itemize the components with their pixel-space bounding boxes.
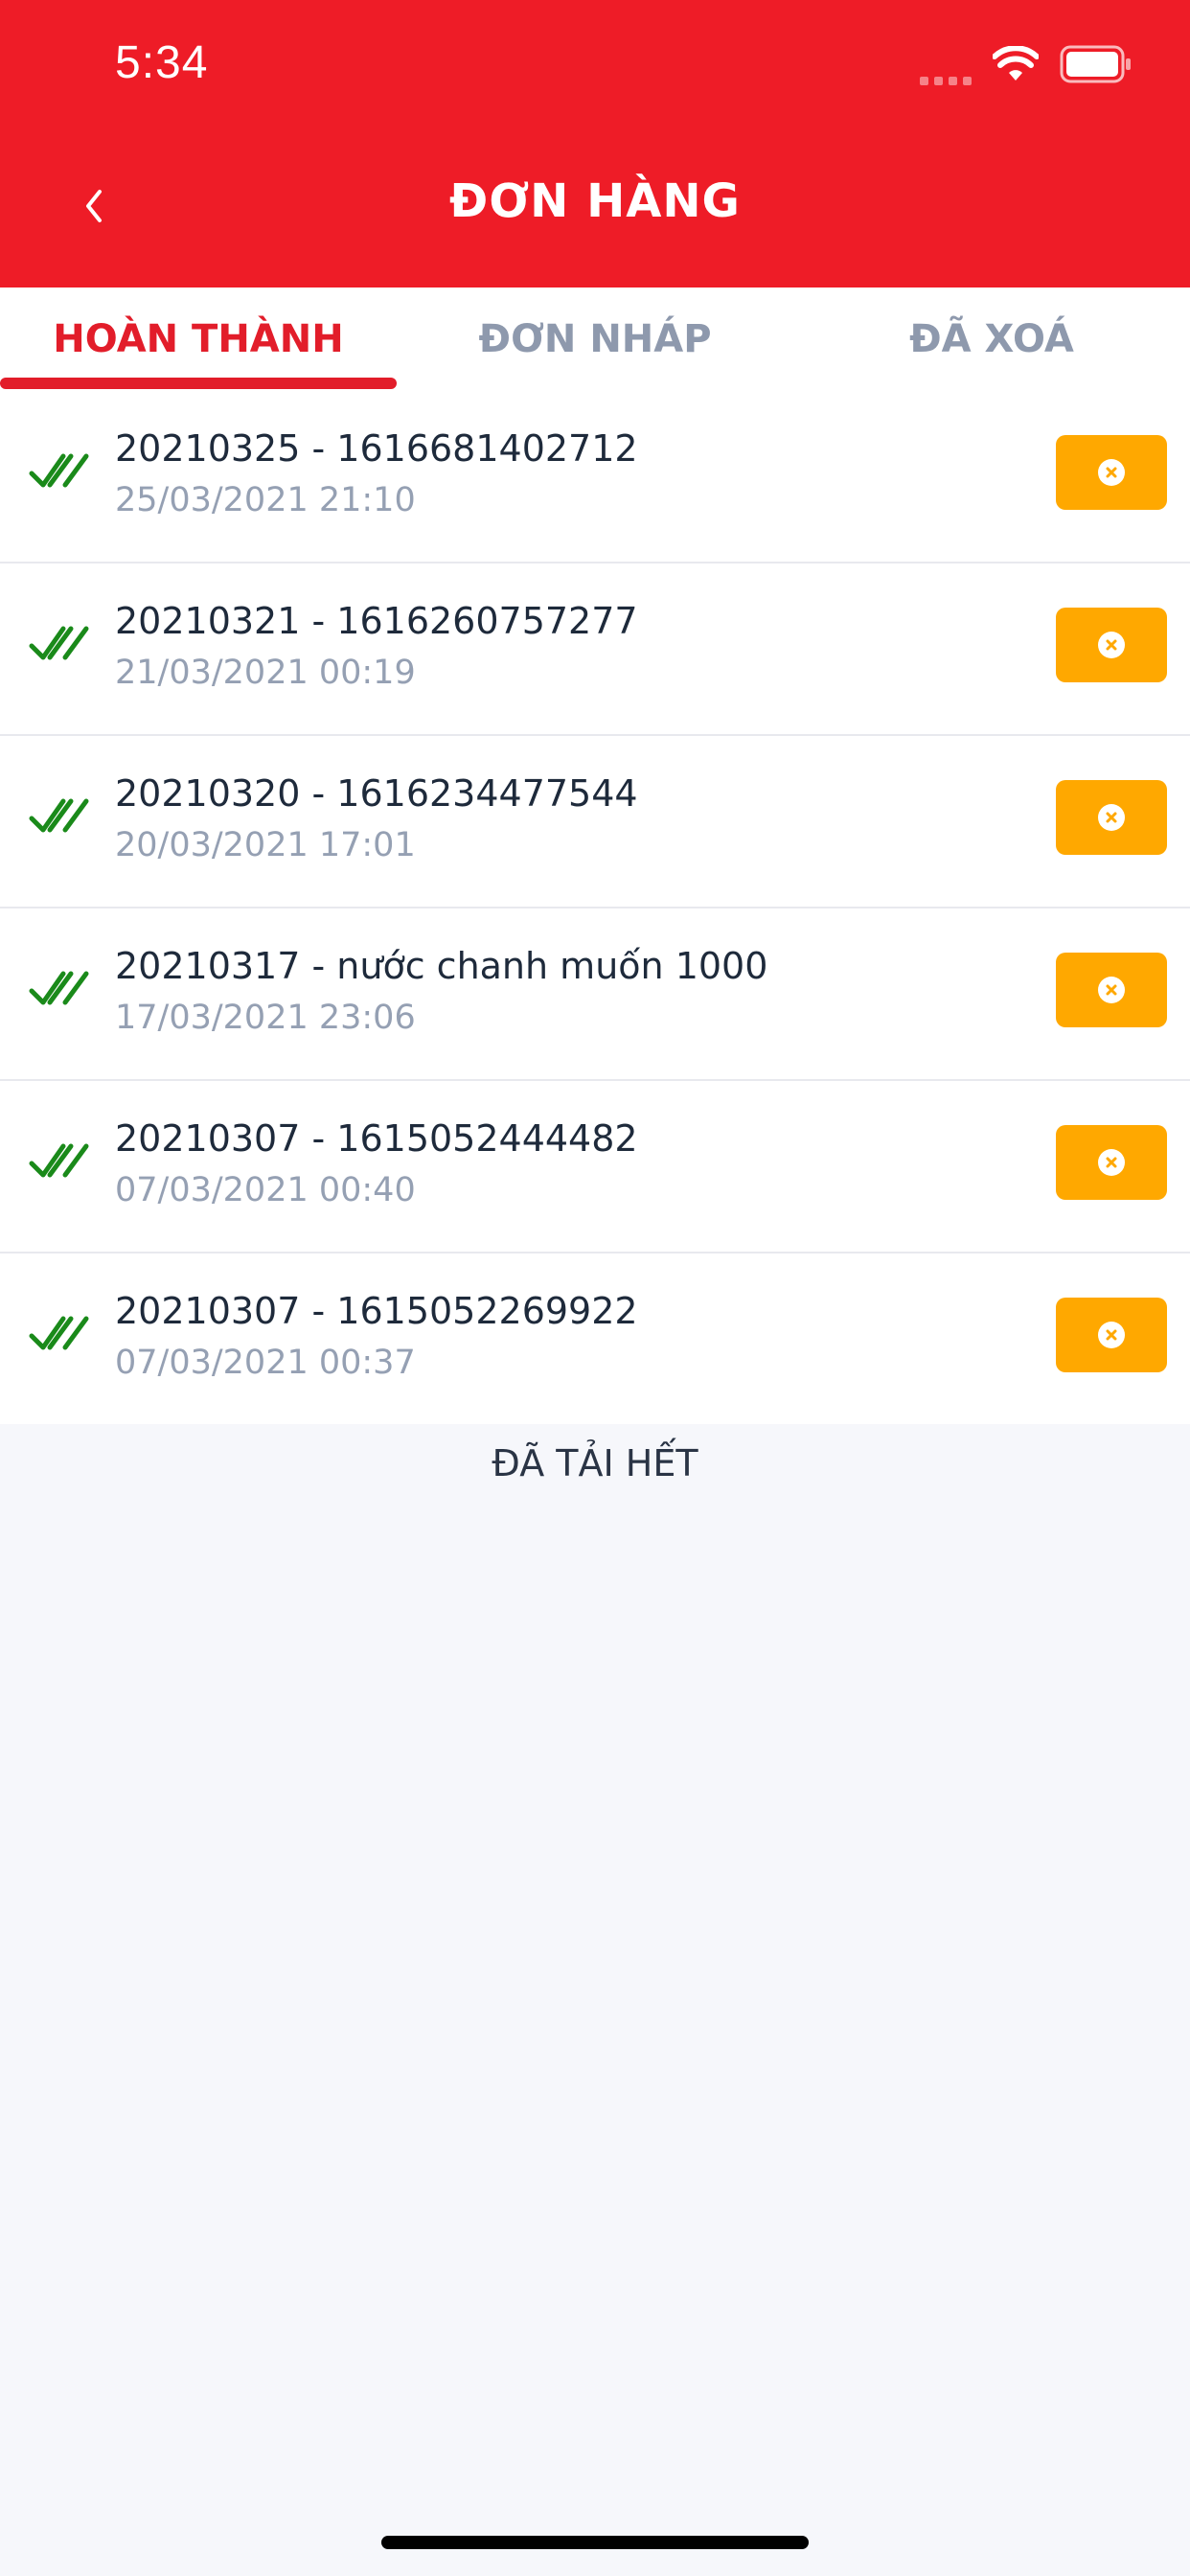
double-check-icon xyxy=(29,798,89,833)
battery-icon xyxy=(1060,45,1131,83)
signal-icon xyxy=(920,43,972,85)
close-circle-icon xyxy=(1098,977,1125,1003)
list-item[interactable]: 20210321 - 1616260757277 21/03/2021 00:1… xyxy=(0,564,1190,736)
order-date: 25/03/2021 21:10 xyxy=(115,481,416,519)
tab-bar: HOÀN THÀNH ĐƠN NHÁP ĐÃ XOÁ xyxy=(0,288,1190,391)
status-icons xyxy=(920,42,1133,86)
double-check-icon xyxy=(29,626,89,660)
wifi-icon xyxy=(993,46,1039,80)
cancel-order-button[interactable] xyxy=(1056,1125,1167,1200)
order-title: 20210320 - 1616234477544 xyxy=(115,772,638,815)
status-time: 5:34 xyxy=(115,37,209,88)
close-circle-icon xyxy=(1098,632,1125,658)
close-circle-icon xyxy=(1098,1322,1125,1348)
double-check-icon xyxy=(29,971,89,1005)
tab-drafts[interactable]: ĐƠN NHÁP xyxy=(397,288,793,391)
list-item[interactable]: 20210307 - 1615052444482 07/03/2021 00:4… xyxy=(0,1081,1190,1254)
order-date: 20/03/2021 17:01 xyxy=(115,826,416,864)
close-circle-icon xyxy=(1098,1149,1125,1176)
list-item[interactable]: 20210307 - 1615052269922 07/03/2021 00:3… xyxy=(0,1254,1190,1424)
active-tab-indicator xyxy=(0,378,397,389)
loaded-all-message: ĐÃ TẢI HẾT xyxy=(492,1442,698,1484)
list-item[interactable]: 20210325 - 1616681402712 25/03/2021 21:1… xyxy=(0,391,1190,564)
tab-completed[interactable]: HOÀN THÀNH xyxy=(0,288,397,391)
order-list: 20210325 - 1616681402712 25/03/2021 21:1… xyxy=(0,391,1190,1424)
order-title: 20210325 - 1616681402712 xyxy=(115,427,638,470)
cancel-order-button[interactable] xyxy=(1056,953,1167,1027)
order-title: 20210307 - 1615052444482 xyxy=(115,1117,638,1160)
page-title: ĐƠN HÀNG xyxy=(449,174,741,228)
order-title: 20210307 - 1615052269922 xyxy=(115,1290,638,1332)
double-check-icon xyxy=(29,1143,89,1178)
order-title: 20210321 - 1616260757277 xyxy=(115,600,638,642)
order-date: 21/03/2021 00:19 xyxy=(115,654,416,692)
list-item[interactable]: 20210320 - 1616234477544 20/03/2021 17:0… xyxy=(0,736,1190,908)
order-date: 07/03/2021 00:40 xyxy=(115,1171,416,1209)
order-date: 17/03/2021 23:06 xyxy=(115,999,416,1037)
list-item[interactable]: 20210317 - nước chanh muốn 1000 17/03/20… xyxy=(0,908,1190,1081)
close-circle-icon xyxy=(1098,804,1125,831)
home-indicator[interactable] xyxy=(381,2536,809,2549)
close-circle-icon xyxy=(1098,459,1125,486)
cancel-order-button[interactable] xyxy=(1056,608,1167,682)
order-title: 20210317 - nước chanh muốn 1000 xyxy=(115,945,768,987)
double-check-icon xyxy=(29,1316,89,1350)
order-date: 07/03/2021 00:37 xyxy=(115,1344,416,1382)
cancel-order-button[interactable] xyxy=(1056,435,1167,510)
cancel-order-button[interactable] xyxy=(1056,780,1167,855)
tab-deleted[interactable]: ĐÃ XOÁ xyxy=(793,288,1190,391)
app-header: 5:34 ĐƠN HÀNG xyxy=(0,0,1190,288)
double-check-icon xyxy=(29,453,89,488)
cancel-order-button[interactable] xyxy=(1056,1298,1167,1372)
